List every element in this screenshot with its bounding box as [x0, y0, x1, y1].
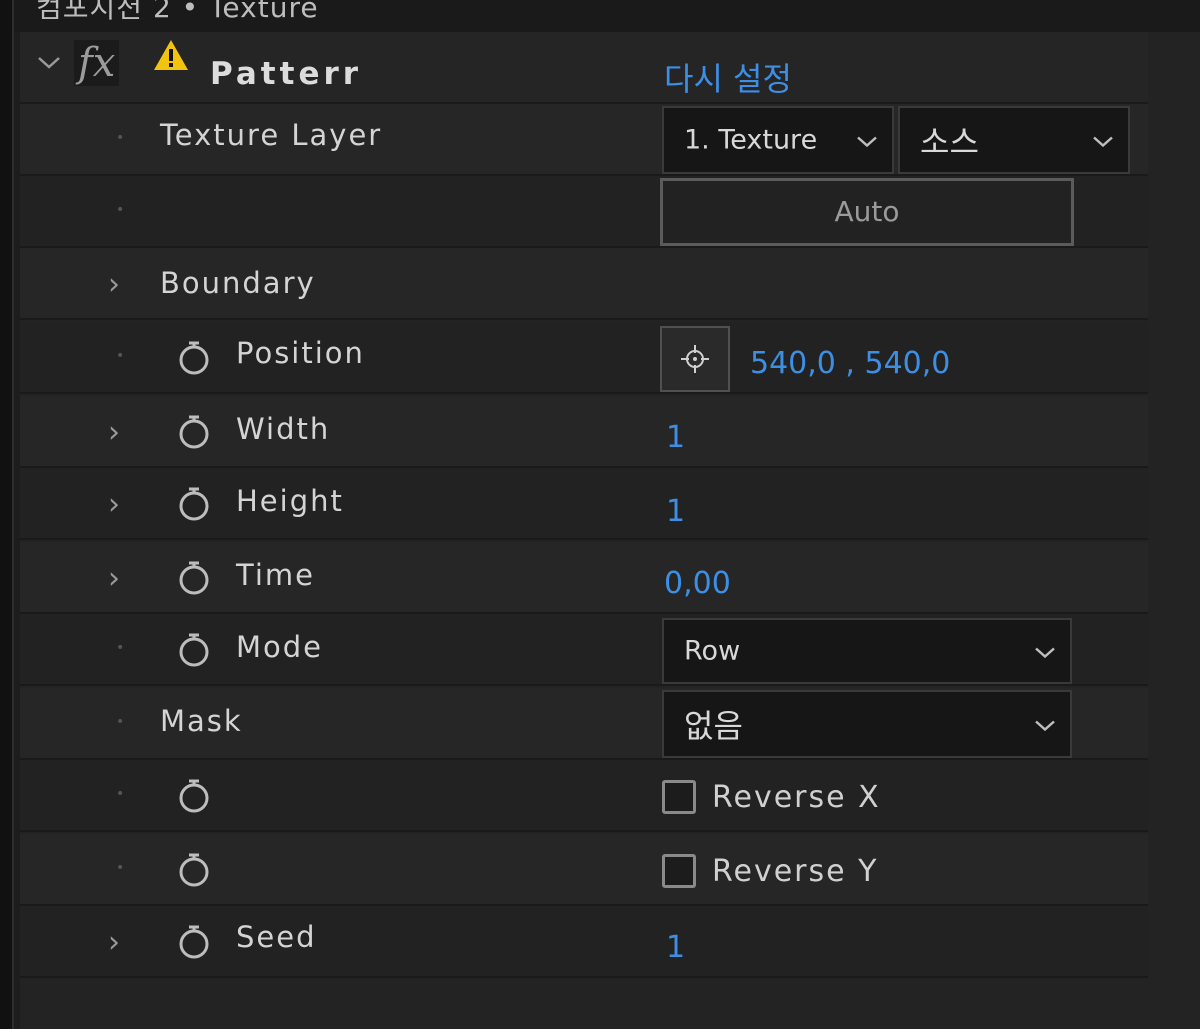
fx-icon[interactable]: fx — [74, 40, 120, 86]
property-row-boundary: › Boundary — [20, 248, 1148, 320]
property-row-mode: • Mode Row — [20, 614, 1148, 686]
texture-layer-dropdown[interactable]: 1. Texture — [662, 106, 894, 174]
height-value[interactable]: 1 — [666, 494, 685, 529]
stopwatch-icon[interactable] — [178, 632, 210, 668]
auto-button[interactable]: Auto — [660, 178, 1074, 246]
effect-header-row: fx Patterr 다시 설정 — [20, 32, 1148, 104]
row-bullet: • — [116, 714, 125, 730]
property-row-width: › Width 1 — [20, 396, 1148, 468]
height-label: Height — [236, 484, 344, 518]
position-target-button[interactable] — [660, 326, 730, 392]
panel-left-border — [0, 0, 14, 1029]
stopwatch-icon[interactable] — [178, 560, 210, 596]
row-bullet: • — [116, 786, 125, 802]
property-row-seed: › Seed 1 — [20, 906, 1148, 978]
expand-chevron-icon[interactable]: › — [108, 270, 120, 300]
property-row-reverse-x: • Reverse X — [20, 760, 1148, 832]
mask-value: 없음 — [684, 707, 743, 745]
mode-dropdown[interactable]: Row — [662, 618, 1072, 684]
reverse-x-label[interactable]: Reverse X — [712, 780, 881, 815]
expand-chevron-icon[interactable]: › — [108, 418, 120, 448]
chevron-down-icon — [1034, 636, 1056, 667]
row-bullet: • — [116, 348, 125, 364]
mode-value: Row — [684, 635, 741, 667]
reverse-y-checkbox[interactable] — [662, 854, 696, 888]
reset-link[interactable]: 다시 설정 — [664, 54, 792, 100]
stopwatch-icon[interactable] — [178, 340, 210, 376]
row-bullet: • — [116, 640, 125, 656]
property-row-height: › Height 1 — [20, 468, 1148, 540]
expand-chevron-icon[interactable]: › — [108, 928, 120, 958]
collapse-chevron-icon[interactable] — [36, 54, 62, 76]
mask-label: Mask — [160, 704, 243, 738]
panel-title-bar: 컴포지션 2 • Texture — [14, 0, 1200, 32]
stopwatch-icon[interactable] — [178, 486, 210, 522]
seed-value[interactable]: 1 — [666, 930, 685, 965]
position-value[interactable]: 540,0 , 540,0 — [750, 346, 950, 381]
texture-source-value: 소스 — [920, 123, 979, 161]
row-bullet: • — [116, 860, 125, 876]
seed-label: Seed — [236, 920, 317, 954]
expand-chevron-icon[interactable]: › — [108, 564, 120, 594]
time-value[interactable]: 0,00 — [664, 566, 731, 601]
mask-dropdown[interactable]: 없음 — [662, 690, 1072, 758]
property-row-mask: • Mask 없음 — [20, 688, 1148, 760]
property-row-reverse-y: • Reverse Y — [20, 834, 1148, 906]
texture-layer-value: 1. Texture — [684, 124, 818, 156]
property-row-auto: • Auto — [20, 176, 1148, 248]
composition-title: 컴포지션 2 • Texture — [36, 0, 319, 24]
position-label: Position — [236, 336, 365, 370]
effect-name: Patterr — [210, 56, 363, 92]
width-value[interactable]: 1 — [666, 420, 685, 455]
width-label: Width — [236, 412, 331, 446]
chevron-down-icon — [1034, 709, 1056, 740]
texture-source-dropdown[interactable]: 소스 — [898, 106, 1130, 174]
chevron-down-icon — [1092, 125, 1114, 156]
stopwatch-icon[interactable] — [178, 778, 210, 814]
row-bullet: • — [116, 130, 125, 146]
property-row-time: › Time 0,00 — [20, 542, 1148, 614]
stopwatch-icon[interactable] — [178, 414, 210, 450]
panel-scroll-gutter[interactable] — [1148, 32, 1200, 1029]
mode-label: Mode — [236, 630, 324, 664]
boundary-label: Boundary — [160, 266, 316, 300]
texture-layer-label: Texture Layer — [160, 118, 383, 152]
property-row-texture-layer: • Texture Layer 1. Texture 소스 — [20, 104, 1148, 176]
row-bullet: • — [116, 202, 125, 218]
expand-chevron-icon[interactable]: › — [108, 490, 120, 520]
stopwatch-icon[interactable] — [178, 924, 210, 960]
property-row-position: • Position 540,0 , 540,0 — [20, 322, 1148, 394]
time-label: Time — [236, 558, 315, 592]
warning-icon — [152, 38, 190, 76]
reverse-y-label[interactable]: Reverse Y — [712, 854, 878, 889]
crosshair-icon — [681, 345, 709, 373]
stopwatch-icon[interactable] — [178, 852, 210, 888]
reverse-x-checkbox[interactable] — [662, 780, 696, 814]
chevron-down-icon — [856, 125, 878, 156]
